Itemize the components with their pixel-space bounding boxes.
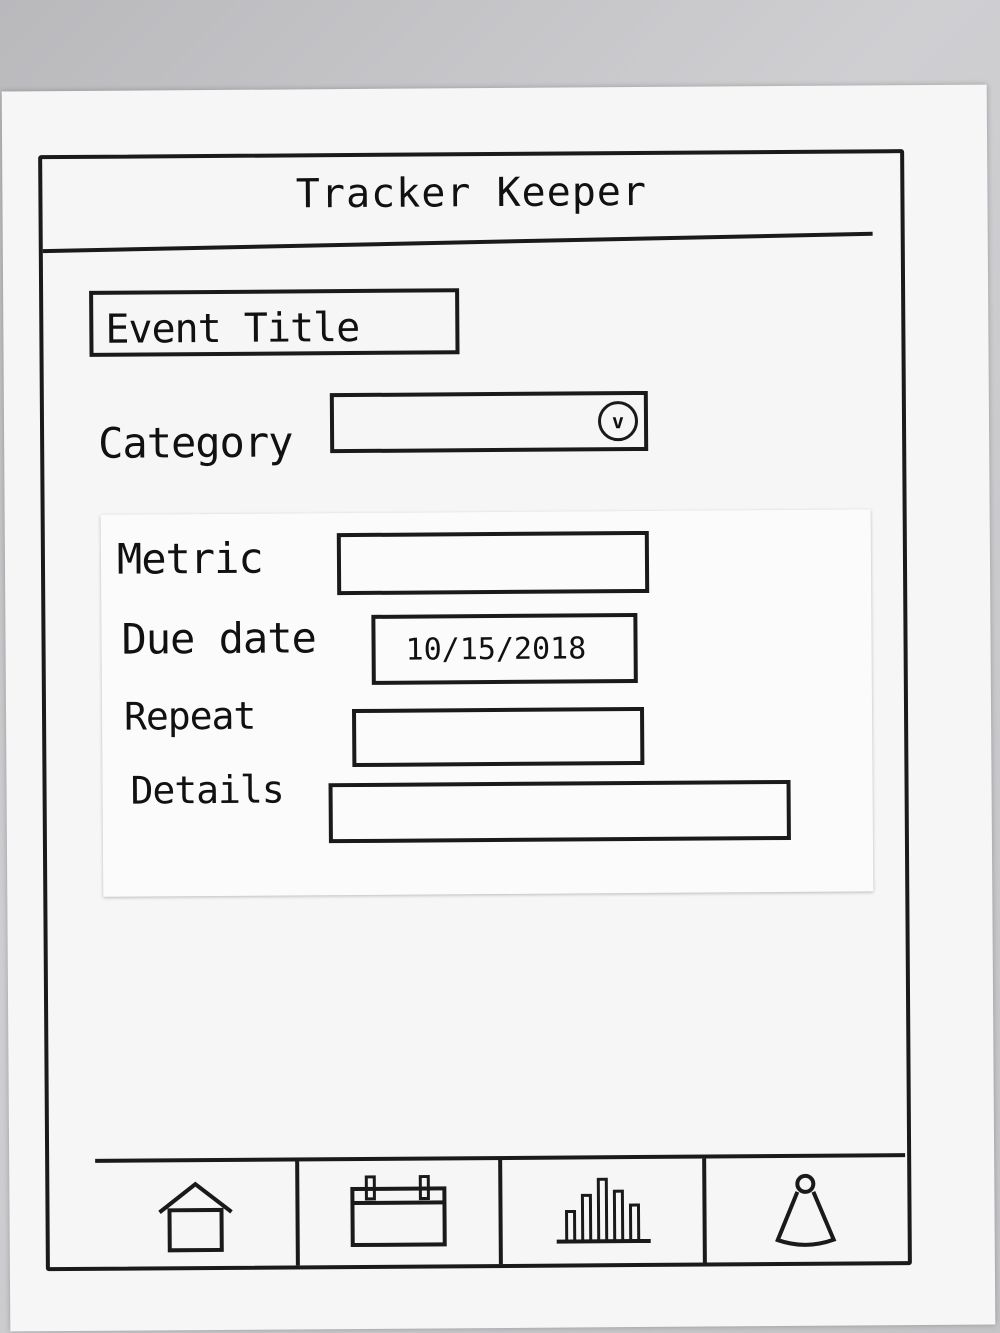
calendar-icon: [350, 1174, 448, 1248]
tab-profile[interactable]: [706, 1157, 906, 1262]
repeat-label: Repeat: [123, 693, 256, 739]
details-label: Details: [130, 767, 284, 813]
phone-frame: Tracker Keeper Event Title Category v Me…: [38, 149, 912, 1272]
category-select[interactable]: v: [329, 390, 649, 454]
chevron-down-icon[interactable]: v: [597, 401, 639, 442]
metric-input[interactable]: [336, 530, 650, 596]
metric-label: Metric: [116, 533, 263, 584]
bottom-tab-bar: [95, 1153, 906, 1267]
repeat-input[interactable]: [352, 706, 645, 768]
paper-sketch: Tracker Keeper Event Title Category v Me…: [1, 84, 996, 1332]
profile-icon: [775, 1173, 837, 1247]
details-input[interactable]: [328, 779, 791, 844]
details-panel: Metric Due date 10/15/2018 Repeat Detail…: [100, 509, 874, 897]
due-date-input[interactable]: 10/15/2018: [371, 613, 638, 685]
app-title: Tracker Keeper: [295, 168, 648, 218]
event-title-input[interactable]: Event Title: [89, 288, 460, 357]
tab-home[interactable]: [95, 1161, 300, 1267]
due-date-label: Due date: [121, 613, 316, 664]
chart-icon: [556, 1177, 651, 1244]
tab-calendar[interactable]: [298, 1159, 503, 1266]
tab-stats[interactable]: [502, 1158, 707, 1264]
category-label: Category: [97, 417, 293, 468]
home-icon: [158, 1181, 233, 1253]
header-divider: [42, 231, 873, 254]
